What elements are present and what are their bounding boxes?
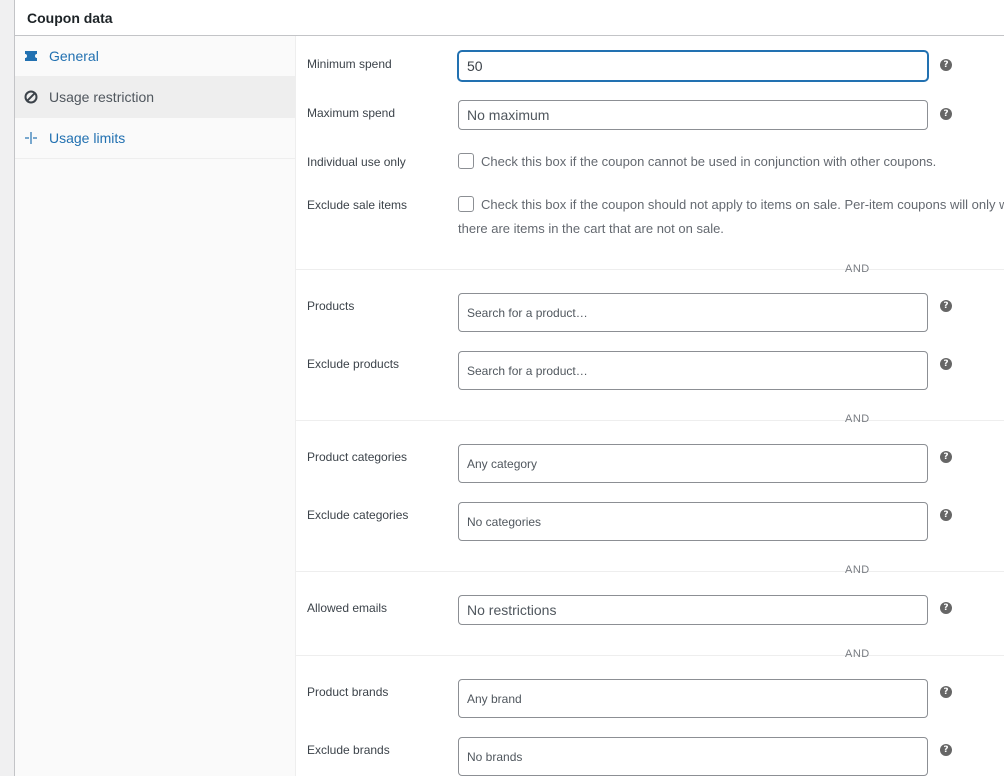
help-icon[interactable]: ? xyxy=(940,300,952,312)
exclude-brands-input[interactable] xyxy=(458,737,928,776)
help-icon[interactable]: ? xyxy=(940,744,952,756)
coupon-tabs: General Usage restriction Usage limits xyxy=(15,36,296,776)
help-icon[interactable]: ? xyxy=(940,602,952,614)
block-icon xyxy=(24,90,38,104)
help-icon[interactable]: ? xyxy=(940,59,952,71)
exclude-brands-label: Exclude brands xyxy=(307,743,390,757)
exclude-sale-label: Exclude sale items xyxy=(307,198,408,212)
allowed-emails-input[interactable] xyxy=(458,595,928,625)
and-rule-left xyxy=(772,420,828,421)
individual-use-description: Check this box if the coupon cannot be u… xyxy=(481,154,937,169)
minimum-spend-label: Minimum spend xyxy=(307,57,392,71)
products-label: Products xyxy=(307,299,355,313)
and-rule-right xyxy=(886,420,1004,421)
exclude-products-search-input[interactable] xyxy=(458,351,928,390)
exclude-sale-description-line2: there are items in the cart that are not… xyxy=(458,221,724,236)
exclude-sale-checkbox[interactable] xyxy=(458,196,474,212)
tab-usage-limits-label: Usage limits xyxy=(49,130,126,146)
maximum-spend-label: Maximum spend xyxy=(307,106,396,120)
help-icon[interactable]: ? xyxy=(940,509,952,521)
and-rule-right xyxy=(886,269,1004,270)
panel-title: Coupon data xyxy=(27,10,113,26)
and-separator: AND xyxy=(845,648,870,660)
individual-use-label: Individual use only xyxy=(307,155,406,169)
ticket-icon xyxy=(25,51,37,61)
and-rule-left xyxy=(772,269,828,270)
and-separator: AND xyxy=(845,413,870,425)
product-brands-input[interactable] xyxy=(458,679,928,718)
and-rule-left xyxy=(772,655,828,656)
exclude-sale-description: Check this box if the coupon should not … xyxy=(481,197,1004,212)
and-separator: AND xyxy=(845,263,870,275)
products-search-input[interactable] xyxy=(458,293,928,332)
usage-restriction-content: Minimum spend ? Maximum spend ? Individu… xyxy=(296,36,1004,776)
tab-general-label: General xyxy=(49,48,99,64)
and-rule-left xyxy=(772,571,828,572)
tab-usage-restriction-label: Usage restriction xyxy=(49,89,155,105)
product-brands-label: Product brands xyxy=(307,685,389,699)
product-categories-input[interactable] xyxy=(458,444,928,483)
help-icon[interactable]: ? xyxy=(940,686,952,698)
and-separator: AND xyxy=(845,564,870,576)
tab-usage-restriction[interactable]: Usage restriction xyxy=(15,77,295,118)
allowed-emails-label: Allowed emails xyxy=(307,601,388,615)
help-icon[interactable]: ? xyxy=(940,108,952,120)
exclude-categories-input[interactable] xyxy=(458,502,928,541)
tab-general[interactable]: General xyxy=(15,36,295,77)
and-rule-right xyxy=(886,655,1004,656)
panel-header: Coupon data xyxy=(15,0,1004,36)
tab-usage-limits[interactable]: Usage limits xyxy=(15,118,295,159)
crosshair-icon xyxy=(25,132,37,144)
maximum-spend-input[interactable] xyxy=(458,100,928,130)
help-icon[interactable]: ? xyxy=(940,358,952,370)
and-rule-right xyxy=(886,571,1004,572)
exclude-categories-label: Exclude categories xyxy=(307,508,409,522)
coupon-data-panel: Coupon data General Usage restriction Us… xyxy=(14,0,1004,776)
minimum-spend-input[interactable] xyxy=(458,51,928,81)
exclude-products-label: Exclude products xyxy=(307,357,400,371)
product-categories-label: Product categories xyxy=(307,450,408,464)
individual-use-checkbox[interactable] xyxy=(458,153,474,169)
help-icon[interactable]: ? xyxy=(940,451,952,463)
